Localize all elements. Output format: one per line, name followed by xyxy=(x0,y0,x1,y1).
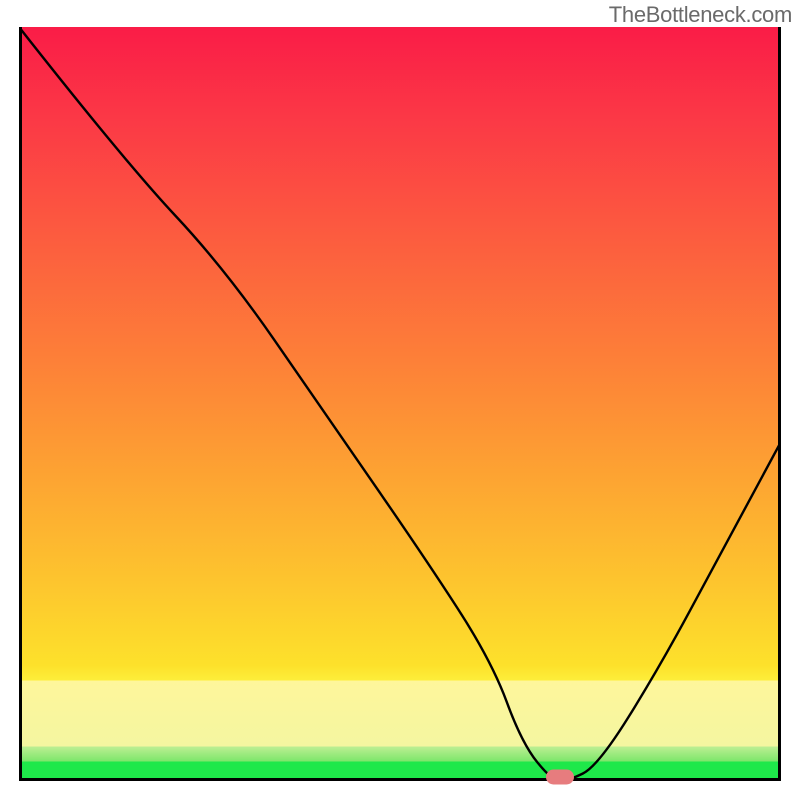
chart-stage: TheBottleneck.com xyxy=(0,0,800,800)
sweet-spot-marker xyxy=(546,770,574,785)
watermark-text: TheBottleneck.com xyxy=(609,2,792,28)
plot-area xyxy=(19,27,781,781)
